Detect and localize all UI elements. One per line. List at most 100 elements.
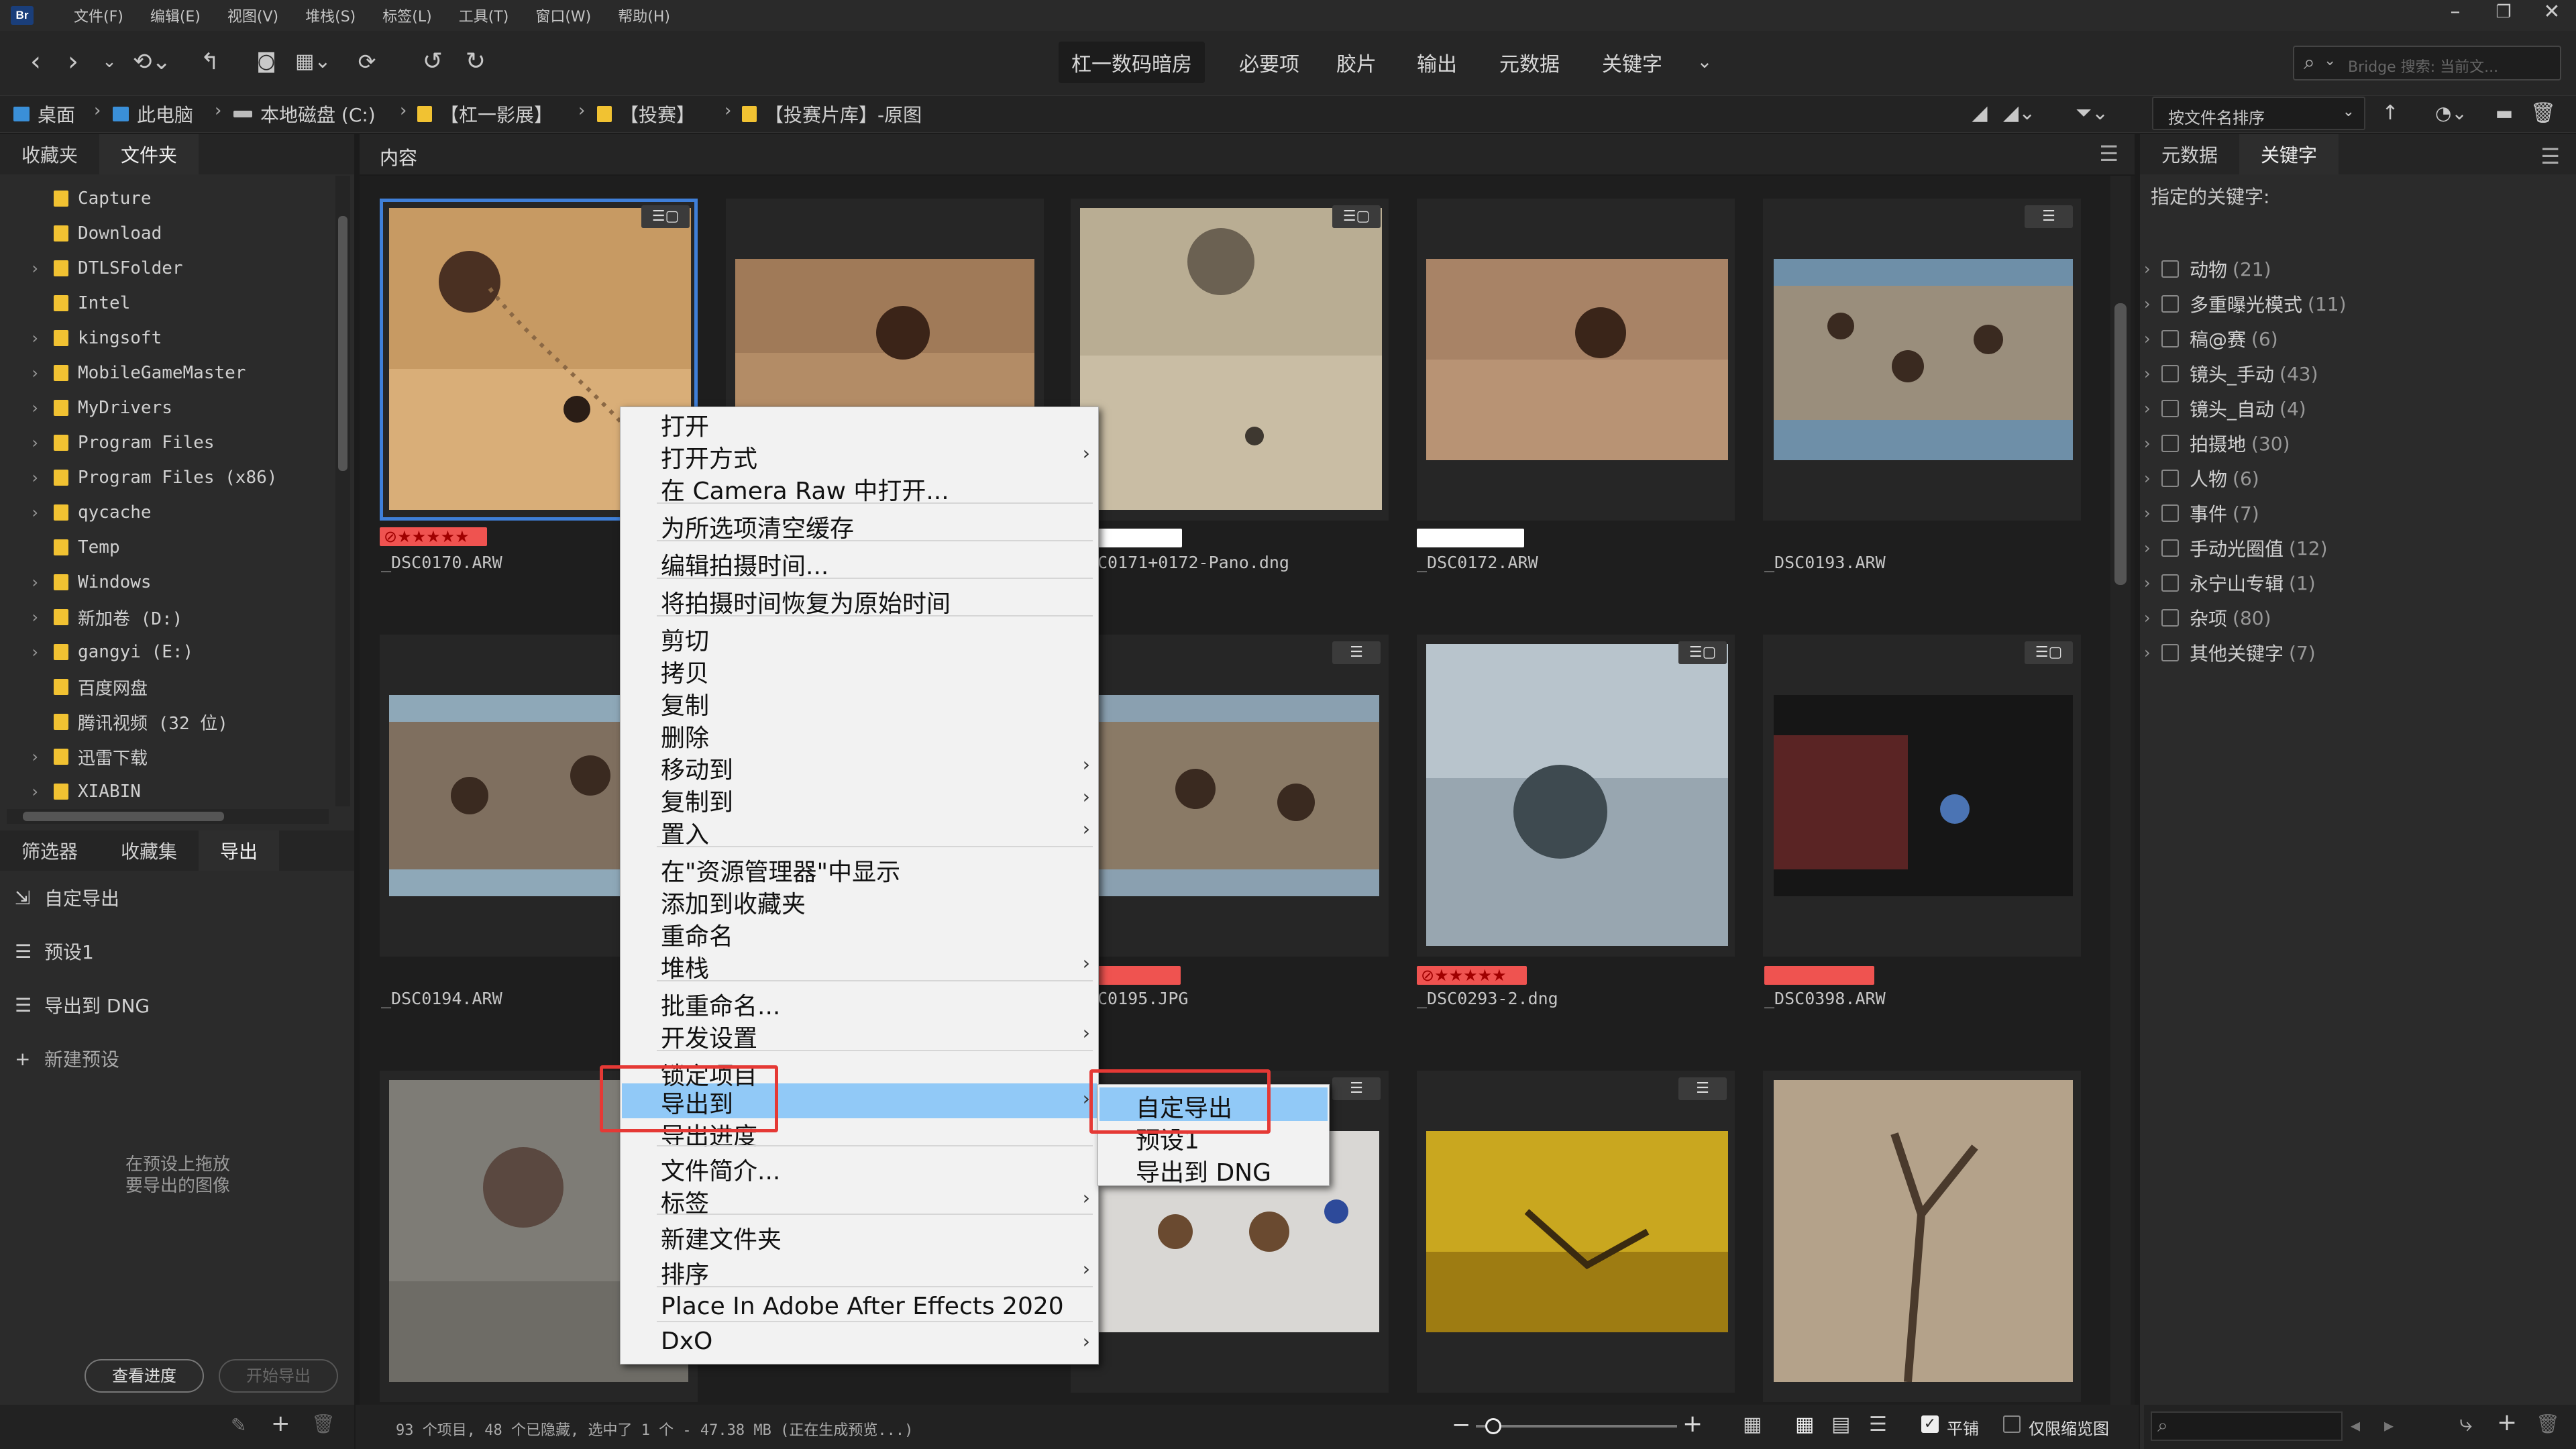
export-item-dng[interactable]: ☰ 导出到 DNG xyxy=(15,985,150,1025)
tab-favorites[interactable]: 收藏夹 xyxy=(0,134,99,174)
tab-export[interactable]: 导出 xyxy=(199,830,280,871)
camera-icon[interactable]: ◙ xyxy=(251,42,282,82)
context-menu-item[interactable]: 新建文件夹 xyxy=(661,1220,782,1255)
chevron-right-icon[interactable]: › xyxy=(2144,608,2161,627)
menu-stack[interactable]: 堆栈(S) xyxy=(305,5,356,26)
keyword-item[interactable]: › 镜头_手动 (43) xyxy=(2144,357,2318,390)
context-menu-item[interactable]: Place In Adobe After Effects 2020 xyxy=(661,1293,1064,1320)
context-menu-item[interactable]: 在"资源管理器"中显示 xyxy=(661,853,900,888)
folder-tree-item[interactable]: › Program Files (x86) xyxy=(27,460,278,495)
chevron-right-icon[interactable]: › xyxy=(2144,329,2161,348)
zoom-slider[interactable] xyxy=(1476,1418,1677,1434)
trash-icon[interactable]: 🗑 xyxy=(2536,1413,2560,1435)
context-menu-item[interactable]: 置入 xyxy=(661,815,709,850)
tab-keywords[interactable]: 关键字 xyxy=(1589,42,1676,83)
folder-tree-item[interactable]: › qycache xyxy=(27,495,152,530)
keyword-checkbox[interactable] xyxy=(2161,295,2179,313)
chevron-right-icon[interactable]: › xyxy=(2144,294,2161,313)
chevron-right-icon[interactable]: › xyxy=(27,468,43,487)
reveal-icon[interactable]: ↰ xyxy=(195,42,225,82)
thumbnail-view-icon[interactable]: ▦ xyxy=(1795,1413,1814,1436)
keyword-item[interactable]: › 动物 (21) xyxy=(2144,252,2271,286)
chevron-right-icon[interactable]: › xyxy=(27,433,43,452)
chevron-right-icon[interactable]: › xyxy=(27,398,43,417)
folder-tree-item[interactable]: Temp xyxy=(27,530,120,565)
folder-tree-item[interactable]: › XIABIN xyxy=(27,774,141,809)
folder-tree-item[interactable]: › 新加卷 (D:) xyxy=(27,600,183,635)
context-menu-item[interactable]: 删除 xyxy=(661,718,709,753)
menu-edit[interactable]: 编辑(E) xyxy=(150,5,201,26)
keyword-checkbox[interactable] xyxy=(2161,574,2179,592)
zoom-out-icon[interactable]: − xyxy=(1452,1411,1471,1438)
keyword-checkbox[interactable] xyxy=(2161,365,2179,382)
keyword-item[interactable]: › 镜头_自动 (4) xyxy=(2144,392,2306,425)
context-menu-item[interactable]: 打开 xyxy=(661,407,709,442)
keyword-checkbox[interactable] xyxy=(2161,435,2179,452)
keyword-item[interactable]: › 杂项 (80) xyxy=(2144,601,2271,635)
keyword-item[interactable]: › 事件 (7) xyxy=(2144,496,2259,530)
breadcrumb-desktop[interactable]: 桌面 xyxy=(13,99,75,129)
edit-icon[interactable]: ✎ xyxy=(231,1414,246,1436)
tab-filter[interactable]: 筛选器 xyxy=(0,830,99,871)
sort-dropdown[interactable]: 按文件名排序 ⌄ xyxy=(2152,97,2365,130)
thumb-cell[interactable] xyxy=(1417,199,1735,521)
chevron-right-icon[interactable]: › xyxy=(2144,469,2161,488)
folder-tree-item[interactable]: › DTLSFolder xyxy=(27,251,183,286)
folder-tree-item[interactable]: › Windows xyxy=(27,565,152,600)
folder-tree-item[interactable]: Capture xyxy=(27,181,152,216)
chevron-right-icon[interactable]: › xyxy=(27,364,43,382)
panel-menu-icon[interactable]: ☰ xyxy=(2099,141,2118,166)
tab-filmstrip[interactable]: 胶片 xyxy=(1323,42,1390,83)
context-menu-item[interactable]: 批重命名... xyxy=(661,987,780,1022)
breadcrumb-folder-2[interactable]: 【投赛】 xyxy=(597,99,695,129)
keyword-item[interactable]: › 其他关键字 (7) xyxy=(2144,636,2316,669)
chevron-right-icon[interactable]: › xyxy=(27,643,43,661)
folder-tree-item[interactable]: › MyDrivers xyxy=(27,390,172,425)
plus-icon[interactable]: + xyxy=(271,1410,290,1437)
folder-tree-item[interactable]: › gangyi (E:) xyxy=(27,635,193,669)
tab-metadata[interactable]: 元数据 xyxy=(1484,42,1575,83)
view-progress-button[interactable]: 查看进度 xyxy=(85,1359,204,1393)
folder-tree-item[interactable]: Intel xyxy=(27,286,130,321)
tile-checkbox[interactable]: ✓ xyxy=(1921,1415,1939,1433)
keyword-checkbox[interactable] xyxy=(2161,260,2179,278)
restore-button[interactable]: ❐ xyxy=(2479,0,2528,27)
chevron-right-icon[interactable]: › xyxy=(27,608,43,627)
list-view-icon[interactable]: ☰ xyxy=(1869,1413,1887,1436)
keyword-item[interactable]: › 手动光圈值 (12) xyxy=(2144,531,2328,565)
chevron-right-icon[interactable]: › xyxy=(2144,260,2161,278)
folder-tree-item[interactable]: 百度网盘 xyxy=(27,669,148,704)
submenu-item-export-dng[interactable]: 导出到 DNG xyxy=(1136,1153,1271,1188)
keyword-checkbox[interactable] xyxy=(2161,644,2179,661)
rotate-right-icon[interactable]: ↻ xyxy=(460,42,491,82)
keyword-checkbox[interactable] xyxy=(2161,400,2179,417)
menu-tools[interactable]: 工具(T) xyxy=(459,5,509,26)
context-menu-item[interactable]: 编辑拍摄时间... xyxy=(661,547,828,582)
folder-tree-item[interactable]: › MobileGameMaster xyxy=(27,356,246,390)
context-menu-item[interactable]: DxO xyxy=(661,1328,712,1355)
content-scrollbar[interactable] xyxy=(2110,176,2131,1405)
chevron-left-icon[interactable]: ◂ xyxy=(2351,1414,2360,1436)
menu-file[interactable]: 文件(F) xyxy=(74,5,123,26)
context-menu-item[interactable]: 复制到 xyxy=(661,783,733,818)
trash-icon[interactable]: 🗑 xyxy=(2528,97,2559,130)
breadcrumb-folder-1[interactable]: 【杠一影展】 xyxy=(417,99,553,129)
trash-icon[interactable]: 🗑 xyxy=(311,1413,335,1435)
chevron-right-icon[interactable]: › xyxy=(27,747,43,766)
keyword-item[interactable]: › 永宁山专辑 (1) xyxy=(2144,566,2316,600)
chevron-right-icon[interactable]: › xyxy=(2144,643,2161,662)
thumbs-only-checkbox[interactable] xyxy=(2003,1415,2021,1433)
chevron-right-icon[interactable]: › xyxy=(2144,504,2161,523)
thumb-cell[interactable]: ☰▢ xyxy=(1071,199,1389,521)
context-menu-item[interactable]: 剪切 xyxy=(661,622,709,657)
context-menu-item[interactable]: 排序 xyxy=(661,1255,709,1290)
context-menu-item[interactable]: 移动到 xyxy=(661,751,733,786)
sort-ascending-icon[interactable]: ↑ xyxy=(2375,97,2406,130)
keyword-checkbox[interactable] xyxy=(2161,609,2179,627)
rating-stars[interactable]: ⊘★★★★★ xyxy=(380,527,487,546)
context-menu-item[interactable]: 添加到收藏夹 xyxy=(661,885,806,920)
zoom-in-icon[interactable]: + xyxy=(1682,1410,1703,1438)
folder-tree-scrollbar[interactable] xyxy=(335,176,350,806)
folder-tree-item[interactable]: 腾讯视频 (32 位) xyxy=(27,704,228,739)
chevron-right-icon[interactable]: › xyxy=(27,503,43,522)
